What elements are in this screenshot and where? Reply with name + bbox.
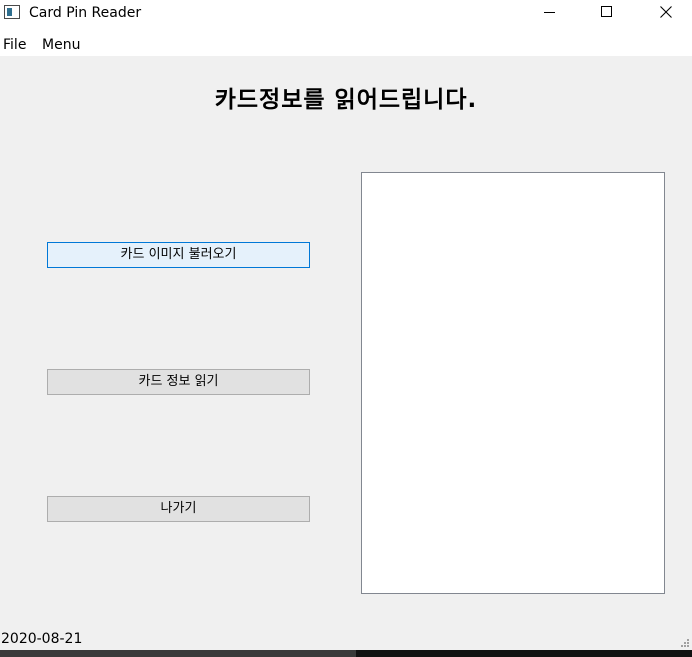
app-window-icon [4, 5, 20, 19]
size-grip-icon[interactable] [678, 636, 690, 648]
taskbar-strip-right [356, 650, 692, 657]
title-bar[interactable]: Card Pin Reader [0, 0, 692, 26]
maximize-icon [601, 6, 612, 17]
read-card-info-button[interactable]: 카드 정보 읽기 [47, 369, 310, 395]
load-card-image-button[interactable]: 카드 이미지 불러오기 [47, 242, 310, 268]
minimize-icon [544, 12, 555, 13]
taskbar-strip-left [0, 650, 356, 657]
menu-file[interactable]: File [3, 37, 26, 53]
close-button[interactable] [642, 0, 688, 26]
date-label: 2020-08-21 [1, 631, 83, 647]
exit-button[interactable]: 나가기 [47, 496, 310, 522]
maximize-button[interactable] [583, 0, 629, 26]
page-title: 카드정보를 읽어드립니다. [214, 87, 478, 113]
close-icon [660, 6, 672, 18]
minimize-button[interactable] [526, 0, 572, 26]
window-title: Card Pin Reader [29, 5, 142, 21]
menu-bar: File Menu [0, 26, 692, 56]
card-image-preview [361, 172, 665, 594]
menu-menu[interactable]: Menu [42, 37, 80, 53]
